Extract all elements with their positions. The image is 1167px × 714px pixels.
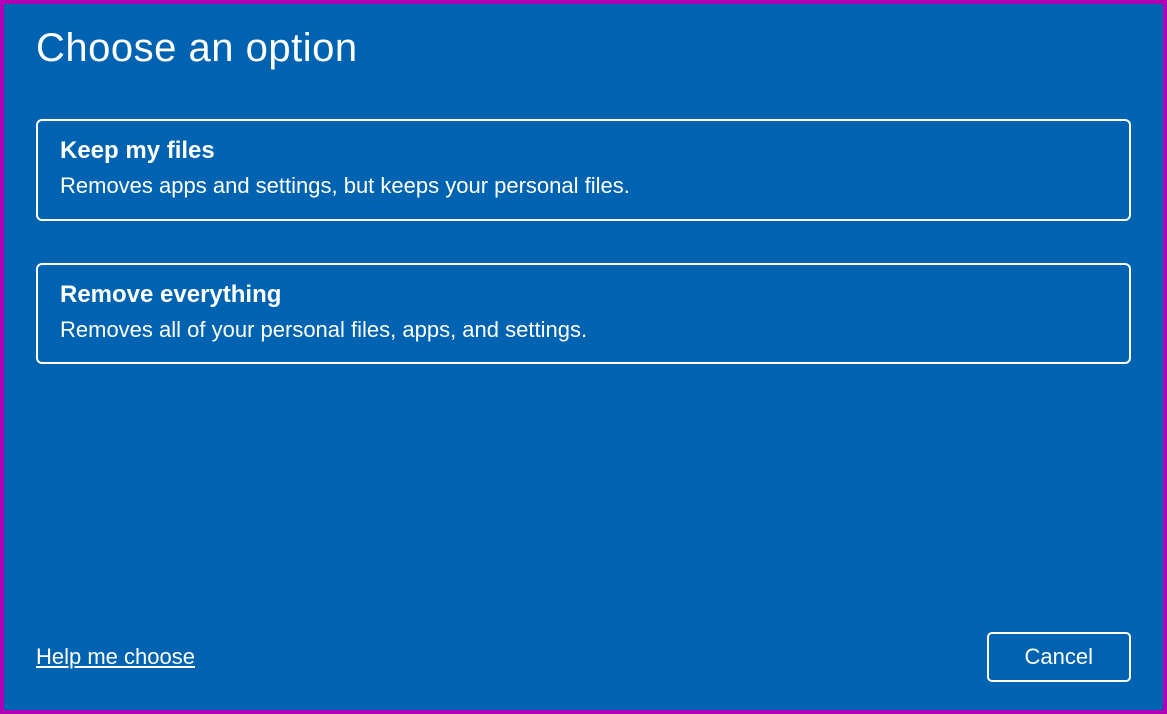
option-remove-everything[interactable]: Remove everything Removes all of your pe… — [36, 263, 1131, 365]
page-title: Choose an option — [36, 26, 1131, 71]
option-description: Removes all of your personal files, apps… — [60, 315, 1107, 345]
cancel-button[interactable]: Cancel — [987, 632, 1131, 682]
option-title: Remove everything — [60, 281, 1107, 309]
footer: Help me choose Cancel — [36, 632, 1131, 682]
option-description: Removes apps and settings, but keeps you… — [60, 171, 1107, 201]
option-keep-my-files[interactable]: Keep my files Removes apps and settings,… — [36, 119, 1131, 221]
option-title: Keep my files — [60, 137, 1107, 165]
options-container: Keep my files Removes apps and settings,… — [36, 119, 1131, 632]
help-me-choose-link[interactable]: Help me choose — [36, 644, 195, 670]
